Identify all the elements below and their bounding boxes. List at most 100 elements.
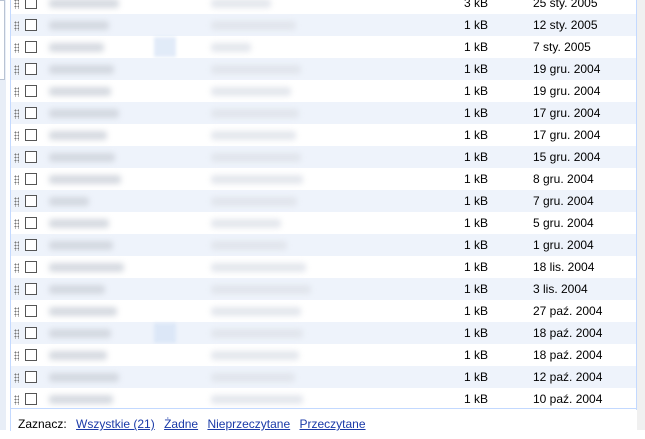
message-row[interactable]: 1 kB 10 paź. 2004 bbox=[11, 388, 636, 410]
select-label: Zaznacz: bbox=[18, 417, 67, 431]
subject-redacted bbox=[211, 219, 281, 228]
select-all-link[interactable]: Wszystkie (21) bbox=[76, 417, 155, 431]
drag-handle-icon[interactable] bbox=[14, 43, 19, 53]
select-read-link[interactable]: Przeczytane bbox=[300, 417, 366, 431]
message-row[interactable]: 1 kB 15 gru. 2004 bbox=[11, 146, 636, 168]
message-row[interactable]: 1 kB 12 paź. 2004 bbox=[11, 366, 636, 388]
row-checkbox[interactable] bbox=[25, 0, 37, 9]
selection-footer: Zaznacz: Wszystkie (21) Żadne Nieprzeczy… bbox=[10, 408, 636, 431]
subject-redacted bbox=[211, 21, 296, 30]
row-checkbox[interactable] bbox=[25, 349, 37, 361]
message-date: 19 gru. 2004 bbox=[533, 84, 601, 98]
drag-handle-icon[interactable] bbox=[14, 21, 19, 31]
drag-handle-icon[interactable] bbox=[14, 109, 19, 119]
message-size: 1 kB bbox=[463, 348, 488, 362]
message-row[interactable]: 1 kB 3 lis. 2004 bbox=[11, 278, 636, 300]
message-date: 18 paź. 2004 bbox=[533, 348, 603, 362]
sender-redacted bbox=[49, 153, 115, 162]
drag-handle-icon[interactable] bbox=[14, 65, 19, 75]
row-checkbox[interactable] bbox=[25, 239, 37, 251]
drag-handle-icon[interactable] bbox=[14, 87, 19, 97]
subject-redacted bbox=[211, 175, 303, 184]
message-size: 1 kB bbox=[463, 216, 488, 230]
drag-handle-icon[interactable] bbox=[14, 175, 19, 185]
message-size: 1 kB bbox=[463, 304, 488, 318]
drag-handle-icon[interactable] bbox=[14, 395, 19, 405]
message-row[interactable]: 1 kB 18 lis. 2004 bbox=[11, 256, 636, 278]
drag-handle-icon[interactable] bbox=[14, 131, 19, 141]
subject-redacted bbox=[211, 153, 301, 162]
message-date: 17 gru. 2004 bbox=[533, 128, 601, 142]
message-size: 1 kB bbox=[463, 62, 488, 76]
message-row[interactable]: 3 kB 25 sty. 2005 bbox=[11, 0, 636, 14]
row-checkbox[interactable] bbox=[25, 41, 37, 53]
drag-handle-icon[interactable] bbox=[14, 241, 19, 251]
message-date: 19 gru. 2004 bbox=[533, 62, 601, 76]
message-row[interactable]: 1 kB 7 gru. 2004 bbox=[11, 190, 636, 212]
message-size: 1 kB bbox=[463, 326, 488, 340]
drag-handle-icon[interactable] bbox=[14, 153, 19, 163]
message-row[interactable]: 1 kB 18 paź. 2004 bbox=[11, 322, 636, 344]
message-row[interactable]: 1 kB 12 sty. 2005 bbox=[11, 14, 636, 36]
drag-handle-icon[interactable] bbox=[14, 373, 19, 383]
subject-redacted bbox=[211, 351, 299, 360]
message-date: 18 paź. 2004 bbox=[533, 326, 603, 340]
sender-redacted bbox=[49, 131, 107, 140]
drag-handle-icon[interactable] bbox=[14, 285, 19, 295]
select-none-link[interactable]: Żadne bbox=[164, 417, 198, 431]
row-checkbox[interactable] bbox=[25, 217, 37, 229]
select-unread-link[interactable]: Nieprzeczytane bbox=[207, 417, 290, 431]
row-checkbox[interactable] bbox=[25, 195, 37, 207]
sidebar-tab[interactable] bbox=[0, 0, 5, 80]
row-checkbox[interactable] bbox=[25, 261, 37, 273]
message-size: 1 kB bbox=[463, 392, 488, 406]
message-row[interactable]: 1 kB 5 gru. 2004 bbox=[11, 212, 636, 234]
sender-redacted bbox=[49, 87, 111, 96]
row-checkbox[interactable] bbox=[25, 107, 37, 119]
message-size: 1 kB bbox=[463, 106, 488, 120]
sender-redacted bbox=[49, 395, 113, 404]
message-row[interactable]: 1 kB 19 gru. 2004 bbox=[11, 80, 636, 102]
drag-handle-icon[interactable] bbox=[14, 307, 19, 317]
sender-redacted bbox=[49, 43, 104, 52]
drag-handle-icon[interactable] bbox=[14, 197, 19, 207]
message-row[interactable]: 1 kB 7 sty. 2005 bbox=[11, 36, 636, 58]
message-row[interactable]: 1 kB 17 gru. 2004 bbox=[11, 102, 636, 124]
message-date: 12 paź. 2004 bbox=[533, 370, 603, 384]
row-checkbox[interactable] bbox=[25, 327, 37, 339]
drag-handle-icon[interactable] bbox=[14, 351, 19, 361]
row-checkbox[interactable] bbox=[25, 85, 37, 97]
message-date: 5 gru. 2004 bbox=[533, 216, 594, 230]
drag-handle-icon[interactable] bbox=[14, 263, 19, 273]
message-row[interactable]: 1 kB 1 gru. 2004 bbox=[11, 234, 636, 256]
row-checkbox[interactable] bbox=[25, 173, 37, 185]
message-size: 1 kB bbox=[463, 84, 488, 98]
subject-redacted bbox=[211, 285, 311, 294]
row-checkbox[interactable] bbox=[25, 393, 37, 405]
drag-handle-icon[interactable] bbox=[14, 219, 19, 229]
row-checkbox[interactable] bbox=[25, 129, 37, 141]
drag-handle-icon[interactable] bbox=[14, 329, 19, 339]
sender-redacted bbox=[49, 219, 109, 228]
attachment-icon bbox=[154, 37, 176, 57]
message-row[interactable]: 1 kB 19 gru. 2004 bbox=[11, 58, 636, 80]
message-date: 7 gru. 2004 bbox=[533, 194, 594, 208]
message-row[interactable]: 1 kB 17 gru. 2004 bbox=[11, 124, 636, 146]
row-checkbox[interactable] bbox=[25, 63, 37, 75]
attachment-icon bbox=[154, 323, 176, 343]
drag-handle-icon[interactable] bbox=[14, 0, 19, 9]
row-checkbox[interactable] bbox=[25, 151, 37, 163]
row-checkbox[interactable] bbox=[25, 371, 37, 383]
message-row[interactable]: 1 kB 8 gru. 2004 bbox=[11, 168, 636, 190]
subject-redacted bbox=[211, 87, 291, 96]
row-checkbox[interactable] bbox=[25, 305, 37, 317]
message-row[interactable]: 1 kB 27 paź. 2004 bbox=[11, 300, 636, 322]
subject-redacted bbox=[211, 307, 301, 316]
message-size: 3 kB bbox=[463, 0, 488, 10]
right-scroll-edge bbox=[637, 0, 645, 430]
row-checkbox[interactable] bbox=[25, 19, 37, 31]
message-row[interactable]: 1 kB 18 paź. 2004 bbox=[11, 344, 636, 366]
message-date: 17 gru. 2004 bbox=[533, 106, 601, 120]
message-date: 1 gru. 2004 bbox=[533, 238, 594, 252]
row-checkbox[interactable] bbox=[25, 283, 37, 295]
